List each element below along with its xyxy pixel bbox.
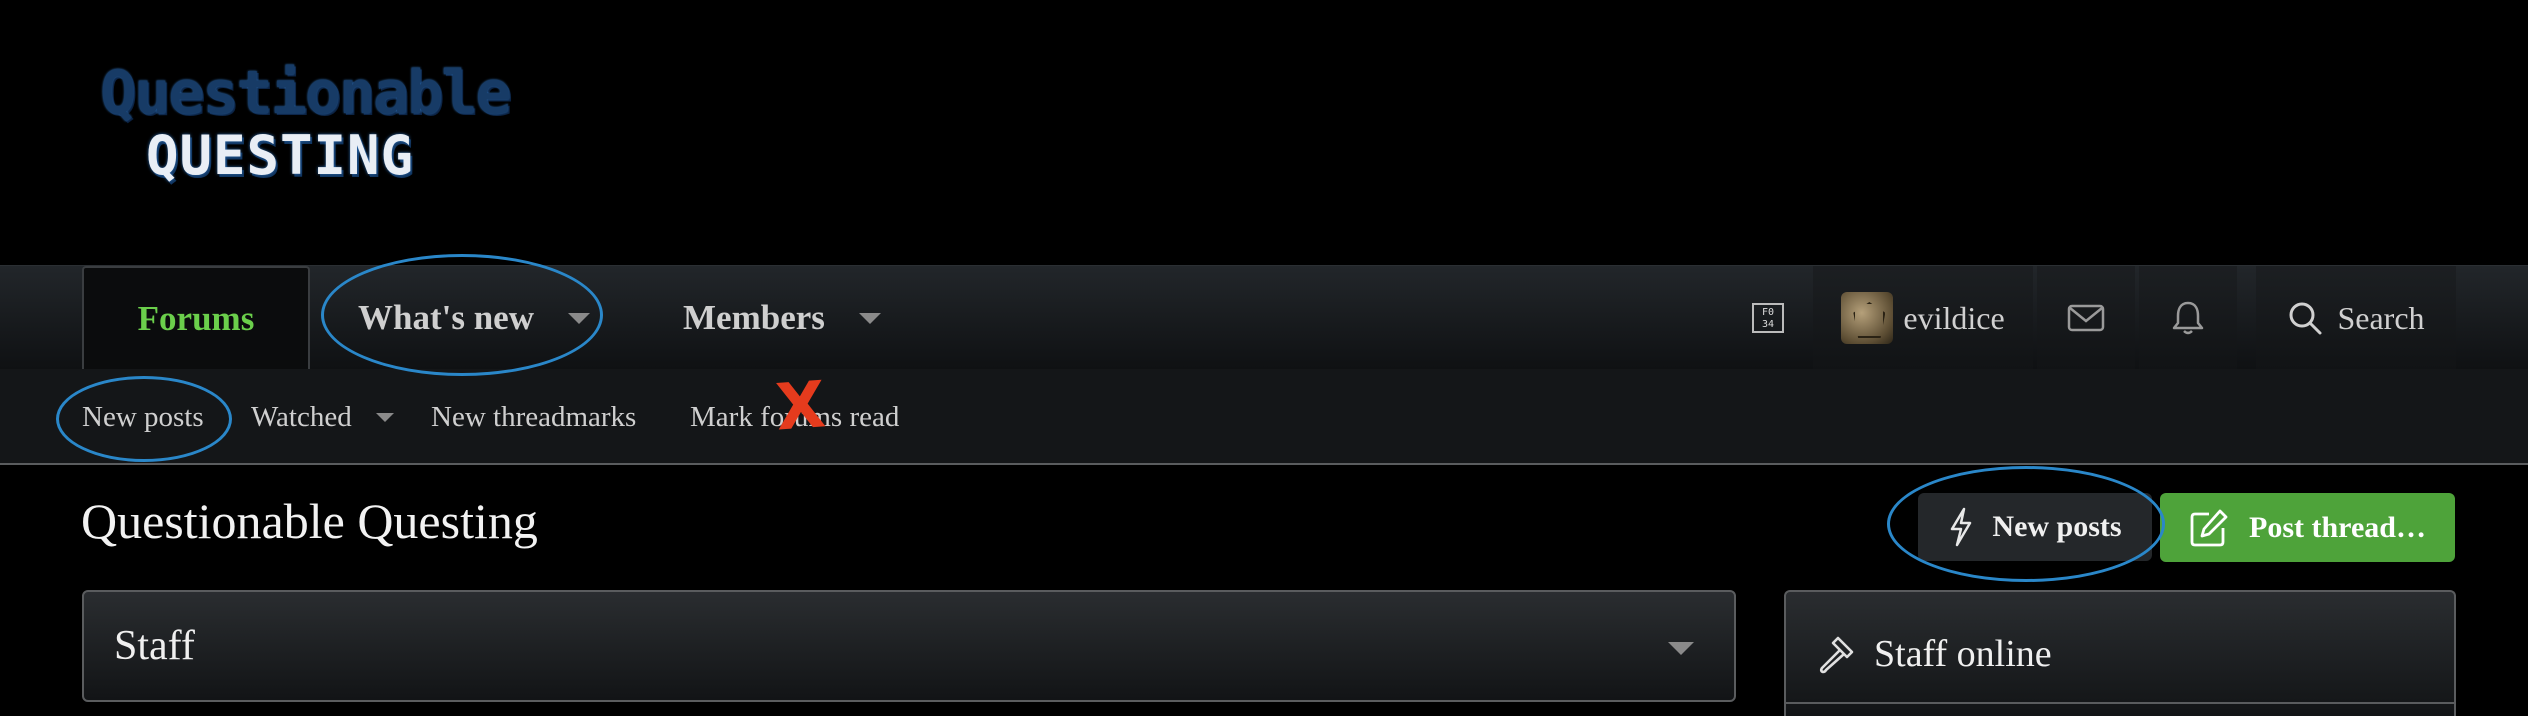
site-logo[interactable]: Questionable QUESTING	[100, 58, 511, 194]
tab-members[interactable]: Members	[683, 266, 881, 370]
divider	[1786, 702, 2454, 704]
tab-whats-new[interactable]: What's new	[358, 266, 590, 370]
tab-forums[interactable]: Forums	[82, 266, 310, 370]
subnav-new-threadmarks[interactable]: New threadmarks	[431, 369, 636, 465]
avatar	[1841, 292, 1894, 344]
annotation-x-mark: X	[773, 368, 828, 446]
new-posts-button[interactable]: New posts	[1918, 493, 2152, 561]
post-thread-button[interactable]: Post thread…	[2160, 493, 2455, 562]
user-menu[interactable]: evildice	[1813, 266, 2033, 370]
sub-nav: New posts Watched New threadmarks Mark f…	[0, 369, 2528, 465]
search-icon	[2289, 302, 2322, 335]
logo-line-2: QUESTING	[145, 124, 415, 187]
search-label: Search	[2337, 299, 2425, 336]
subnav-watched-label: Watched	[251, 400, 352, 433]
main-nav: Forums What's new Members F0 34 evildice…	[0, 265, 2528, 370]
username: evildice	[1903, 299, 2005, 336]
forum-badge-icon[interactable]: F0 34	[1728, 266, 1808, 370]
chevron-down-icon[interactable]	[858, 312, 881, 324]
gavel-icon	[1819, 636, 1854, 674]
tab-members-label: Members	[683, 298, 825, 337]
tab-forums-label: Forums	[137, 299, 255, 338]
post-thread-button-label: Post thread…	[2249, 510, 2426, 544]
envelope-icon	[2067, 304, 2105, 332]
search-button[interactable]: Search	[2256, 266, 2456, 370]
alerts-button[interactable]	[2139, 266, 2237, 370]
staff-online-title: Staff online	[1874, 633, 2052, 675]
chevron-down-icon[interactable]	[375, 412, 394, 422]
forum-badge-glyph: F0 34	[1752, 303, 1784, 333]
logo-line-1: Questionable	[100, 58, 511, 128]
subnav-new-threadmarks-label: New threadmarks	[431, 400, 637, 433]
subnav-new-posts[interactable]: New posts	[82, 369, 204, 465]
edit-icon	[2190, 509, 2228, 546]
staff-category-header[interactable]: Staff	[82, 590, 1736, 702]
subnav-new-posts-label: New posts	[82, 400, 204, 433]
lightning-icon	[1951, 507, 1972, 547]
page-title: Questionable Questing	[81, 493, 538, 549]
site-header: Questionable QUESTING	[0, 0, 2528, 265]
staff-online-widget: Staff online	[1784, 590, 2456, 716]
chevron-down-icon[interactable]	[568, 312, 590, 324]
new-posts-button-label: New posts	[1992, 510, 2122, 543]
chevron-down-icon[interactable]	[1668, 642, 1694, 655]
bell-icon	[2172, 301, 2204, 335]
subnav-watched[interactable]: Watched	[251, 369, 394, 465]
tab-whats-new-label: What's new	[358, 298, 534, 337]
staff-category-title: Staff	[114, 623, 195, 669]
inbox-button[interactable]	[2037, 266, 2135, 370]
